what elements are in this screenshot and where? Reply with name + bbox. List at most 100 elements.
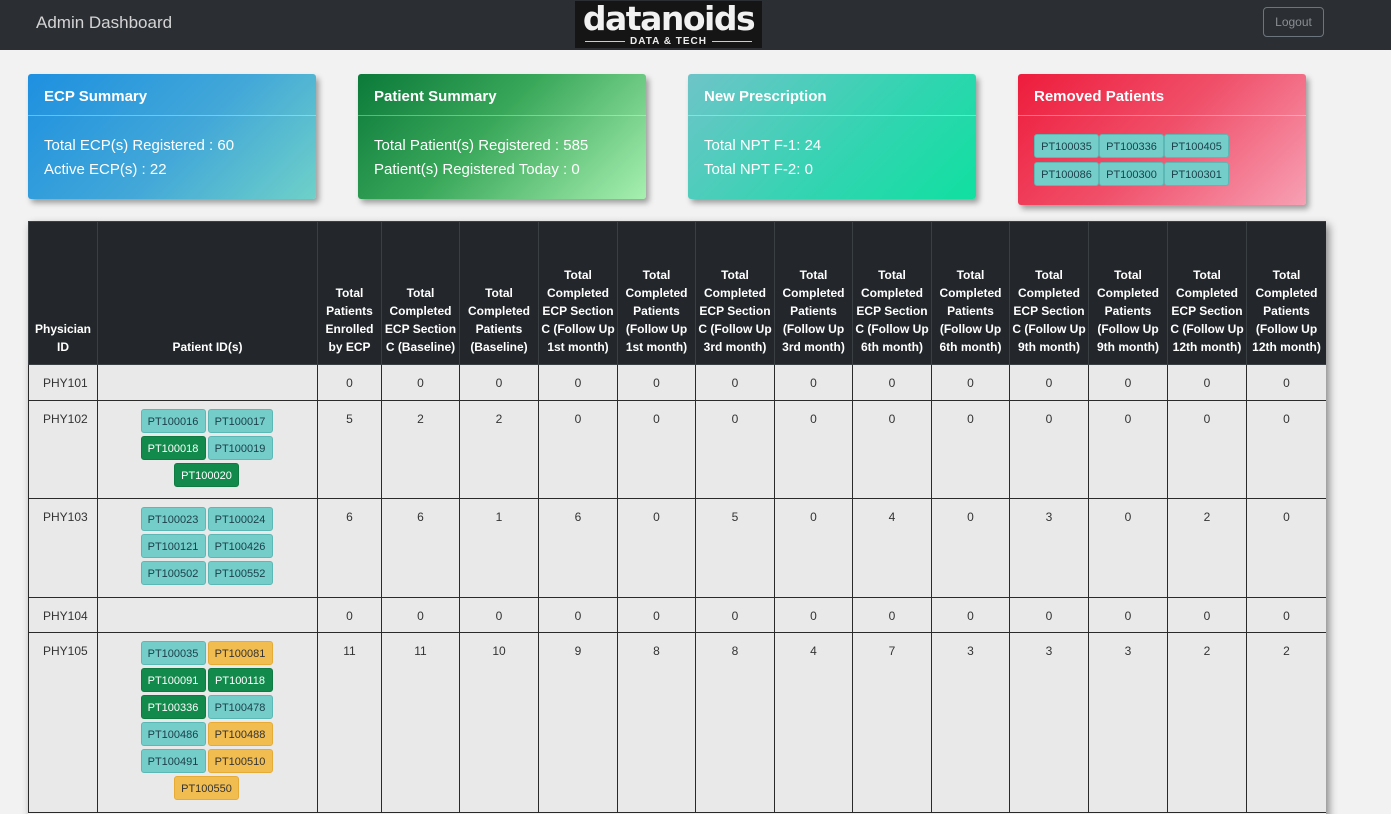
patient-id-chip[interactable]: PT100552 xyxy=(207,561,273,585)
column-header: Total Completed ECP Section C (Follow Up… xyxy=(695,221,775,365)
count-cell: 0 xyxy=(1009,597,1089,633)
count-cell: 4 xyxy=(852,498,932,598)
column-header: Total Completed ECP Section C (Follow Up… xyxy=(538,221,618,365)
patient-id-chip[interactable]: PT100091 xyxy=(140,668,206,692)
patient-id-chip[interactable]: PT100023 xyxy=(140,507,206,531)
total-patients-registered: Total Patient(s) Registered : 585 xyxy=(374,137,589,154)
column-header: Total Completed Patients (Follow Up 6th … xyxy=(931,221,1010,365)
column-header: Total Completed ECP Section C (Follow Up… xyxy=(1167,221,1247,365)
patient-id-chip[interactable]: PT100118 xyxy=(207,668,273,692)
new-prescription-card: New Prescription Total NPT F-1: 24 Total… xyxy=(688,74,976,199)
count-cell: 0 xyxy=(931,364,1010,401)
count-cell: 0 xyxy=(1167,364,1247,401)
patient-id-chip[interactable]: PT100081 xyxy=(207,641,273,665)
count-cell: 0 xyxy=(317,364,382,401)
card-title: New Prescription xyxy=(688,74,976,116)
patient-id-chip[interactable]: PT100336 xyxy=(140,695,206,719)
logo-subtitle: DATA & TECH xyxy=(575,36,762,47)
physician-id: PHY101 xyxy=(28,364,98,401)
column-header: Total Completed Patients (Follow Up 1st … xyxy=(617,221,696,365)
patient-id-chip[interactable]: PT100121 xyxy=(140,534,206,558)
count-cell: 3 xyxy=(1088,632,1168,813)
count-cell: 0 xyxy=(1088,597,1168,633)
patient-id-chip[interactable]: PT100020 xyxy=(174,463,239,487)
count-cell: 2 xyxy=(1167,498,1247,598)
count-cell: 0 xyxy=(695,400,775,499)
count-cell: 0 xyxy=(695,364,775,401)
patient-id-chip[interactable]: PT100550 xyxy=(174,776,239,800)
patient-ids-cell: PT100023 PT100024 PT100121 PT100426 PT100502… xyxy=(97,498,318,598)
logout-button[interactable]: Logout xyxy=(1263,7,1324,37)
patient-id-chip[interactable]: PT100491 xyxy=(140,749,206,773)
patient-id-chip[interactable]: PT100502 xyxy=(140,561,206,585)
removed-patient-chip[interactable]: PT100405 xyxy=(1164,134,1229,158)
count-cell: 0 xyxy=(1088,400,1168,499)
table-row: PHY104 0 0 0 0 0 0 0 0 0 0 0 0 0 xyxy=(28,597,1326,633)
count-cell: 0 xyxy=(459,597,539,633)
count-cell: 0 xyxy=(852,400,932,499)
patient-id-chip[interactable]: PT100486 xyxy=(140,722,206,746)
active-ecp: Active ECP(s) : 22 xyxy=(44,161,167,178)
removed-patients-card: Removed Patients PT100035 PT100336 PT10040… xyxy=(1018,74,1306,205)
column-header: Total Completed Patients (Follow Up 3rd … xyxy=(774,221,853,365)
count-cell: 0 xyxy=(1088,498,1168,598)
patient-ids-cell: PT100035 PT100081 PT100091 PT100118 PT100336… xyxy=(97,632,318,813)
count-cell: 6 xyxy=(317,498,382,598)
count-cell: 3 xyxy=(931,632,1010,813)
count-cell: 11 xyxy=(381,632,460,813)
count-cell: 0 xyxy=(774,400,853,499)
card-title: Patient Summary xyxy=(358,74,646,116)
patient-id-chip[interactable]: PT100017 xyxy=(207,409,273,433)
patient-id-chip[interactable]: PT100426 xyxy=(207,534,273,558)
count-cell: 0 xyxy=(459,364,539,401)
count-cell: 5 xyxy=(317,400,382,499)
patient-id-chip[interactable]: PT100478 xyxy=(207,695,273,719)
patient-id-chip[interactable]: PT100035 xyxy=(140,641,206,665)
removed-patient-chip[interactable]: PT100336 xyxy=(1099,134,1164,158)
table-row: PHY103 PT100023 PT100024 PT100121 PT100426 PT… xyxy=(28,498,1326,598)
count-cell: 1 xyxy=(459,498,539,598)
count-cell: 9 xyxy=(538,632,618,813)
count-cell: 0 xyxy=(774,597,853,633)
count-cell: 5 xyxy=(695,498,775,598)
patients-registered-today: Patient(s) Registered Today : 0 xyxy=(374,161,580,178)
patient-id-chip[interactable]: PT100019 xyxy=(207,436,273,460)
removed-patient-chip[interactable]: PT100301 xyxy=(1164,162,1229,186)
count-cell: 0 xyxy=(1246,400,1326,499)
patient-summary-card: Patient Summary Total Patient(s) Registe… xyxy=(358,74,646,199)
physician-table-container[interactable]: Physician ID Patient ID(s) Total Patients … xyxy=(28,221,1326,814)
count-cell: 0 xyxy=(1246,364,1326,401)
physician-id: PHY104 xyxy=(28,597,98,633)
patient-id-chip[interactable]: PT100016 xyxy=(140,409,206,433)
count-cell: 0 xyxy=(1088,364,1168,401)
total-npt-f1: Total NPT F-1: 24 xyxy=(704,137,822,154)
navbar-brand[interactable]: Admin Dashboard xyxy=(36,13,172,33)
count-cell: 0 xyxy=(1246,498,1326,598)
count-cell: 0 xyxy=(617,364,696,401)
count-cell: 0 xyxy=(617,498,696,598)
removed-patient-chip[interactable]: PT100035 xyxy=(1034,134,1099,158)
patient-id-chip[interactable]: PT100018 xyxy=(140,436,206,460)
table-row: PHY105 PT100035 PT100081 PT100091 PT100118 PT… xyxy=(28,632,1326,813)
card-title: ECP Summary xyxy=(28,74,316,116)
count-cell: 0 xyxy=(931,597,1010,633)
removed-patient-chip[interactable]: PT100086 xyxy=(1034,162,1099,186)
patient-id-chip[interactable]: PT100024 xyxy=(207,507,273,531)
patient-ids-cell: PT100016 PT100017 PT100018 PT100019 PT100020 xyxy=(97,400,318,499)
patient-id-chip[interactable]: PT100488 xyxy=(207,722,273,746)
count-cell: 7 xyxy=(852,632,932,813)
removed-patient-list: PT100035 PT100336 PT100405 PT100086 PT100300… xyxy=(1018,116,1306,190)
count-cell: 0 xyxy=(852,597,932,633)
column-header: Patient ID(s) xyxy=(97,221,318,365)
count-cell: 0 xyxy=(617,597,696,633)
count-cell: 0 xyxy=(538,597,618,633)
count-cell: 6 xyxy=(538,498,618,598)
total-ecp-registered: Total ECP(s) Registered : 60 xyxy=(44,137,235,154)
column-header: Total Completed Patients (Baseline) xyxy=(459,221,539,365)
count-cell: 4 xyxy=(774,632,853,813)
count-cell: 0 xyxy=(381,364,460,401)
column-header: Total Patients Enrolled by ECP xyxy=(317,221,382,365)
removed-patient-chip[interactable]: PT100300 xyxy=(1099,162,1164,186)
logo-word: datanoids xyxy=(582,0,756,38)
patient-id-chip[interactable]: PT100510 xyxy=(207,749,273,773)
